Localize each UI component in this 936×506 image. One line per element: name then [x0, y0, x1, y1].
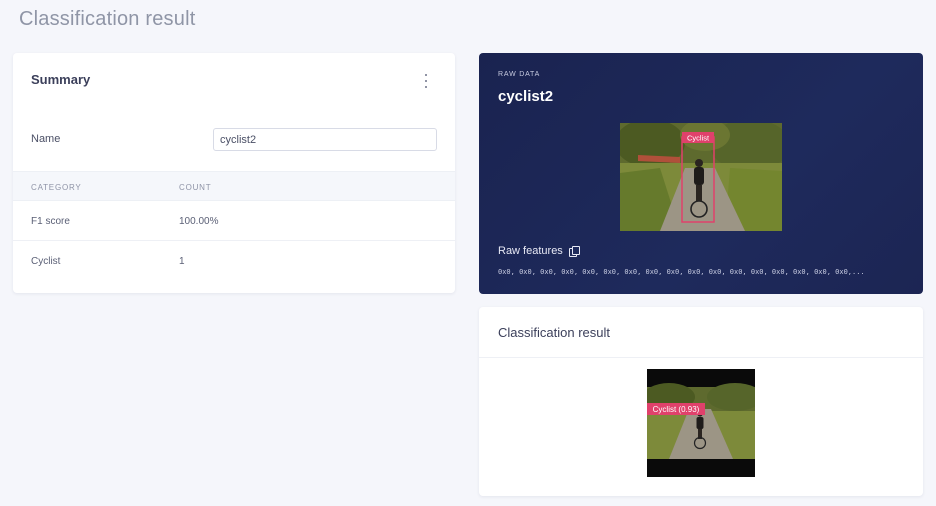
summary-title: Summary [31, 72, 91, 87]
raw-data-card: RAW DATA cyclist2 Cyclist Raw features 0… [479, 53, 923, 294]
raw-features-label: Raw features [498, 245, 563, 257]
classification-result-card: Classification result Cyclist (0.93) [479, 307, 923, 496]
raw-data-label: RAW DATA [498, 71, 541, 78]
category-cell: Cyclist [31, 256, 61, 267]
raw-data-title: cyclist2 [498, 88, 554, 105]
result-bbox-label: Cyclist (0.93) [653, 405, 700, 414]
raw-bbox-label: Cyclist [687, 134, 710, 143]
raw-sample-image: Cyclist [620, 123, 782, 231]
more-options-icon[interactable] [421, 74, 431, 88]
count-cell: 1 [179, 256, 185, 267]
raw-features-values: 0x0, 0x0, 0x0, 0x0, 0x0, 0x0, 0x0, 0x0, … [498, 268, 865, 276]
result-image: Cyclist (0.93) [647, 369, 755, 477]
summary-card: Summary Name CATEGORY COUNT F1 score 100… [13, 53, 455, 293]
result-title: Classification result [498, 325, 610, 340]
table-row: Cyclist 1 [13, 241, 455, 281]
raw-features-heading: Raw features [498, 245, 580, 257]
column-header-category: CATEGORY [31, 183, 82, 192]
column-header-count: COUNT [179, 183, 212, 192]
copy-icon[interactable] [568, 245, 580, 257]
cyclist-photo: Cyclist [620, 123, 782, 231]
table-header: CATEGORY COUNT [13, 171, 455, 201]
divider [479, 357, 923, 358]
result-cyclist-photo: Cyclist (0.93) [647, 369, 755, 477]
table-row: F1 score 100.00% [13, 201, 455, 241]
count-cell: 100.00% [179, 216, 219, 227]
name-label: Name [31, 133, 61, 145]
name-input[interactable] [213, 128, 437, 151]
category-cell: F1 score [31, 216, 70, 227]
page-title: Classification result [19, 8, 196, 30]
